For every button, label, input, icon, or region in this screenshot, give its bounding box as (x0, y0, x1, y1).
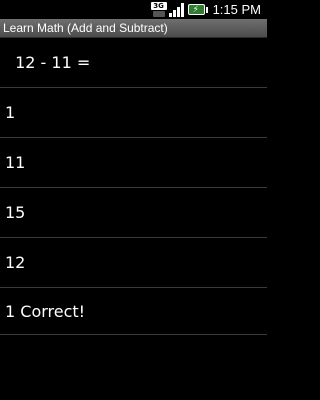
status-bar: 3G ⚡ 1:15 PM (0, 0, 267, 19)
charging-bolt-icon: ⚡ (192, 4, 199, 15)
network-type-label: 3G (150, 1, 167, 10)
answer-option-2[interactable]: 11 (0, 138, 267, 188)
signal-bar (176, 7, 180, 17)
status-clock: 1:15 PM (212, 2, 261, 17)
battery-charging-icon: ⚡ (187, 3, 208, 17)
question-text: 12 - 11 = (0, 38, 267, 88)
app-title: Learn Math (Add and Subtract) (3, 21, 168, 35)
signal-bar (180, 3, 184, 17)
quiz-list: 12 - 11 = 1 11 15 12 1 Correct! (0, 38, 267, 335)
answer-option-3[interactable]: 15 (0, 188, 267, 238)
score-status: 1 Correct! (0, 288, 267, 335)
data-activity-icon (152, 10, 165, 17)
answer-option-1[interactable]: 1 (0, 88, 267, 138)
signal-bar (168, 13, 172, 17)
app-title-bar: Learn Math (Add and Subtract) (0, 19, 267, 38)
network-3g-icon: 3G (150, 1, 167, 18)
signal-bar (172, 10, 176, 17)
signal-strength-icon (168, 2, 185, 17)
answer-option-4[interactable]: 12 (0, 238, 267, 288)
